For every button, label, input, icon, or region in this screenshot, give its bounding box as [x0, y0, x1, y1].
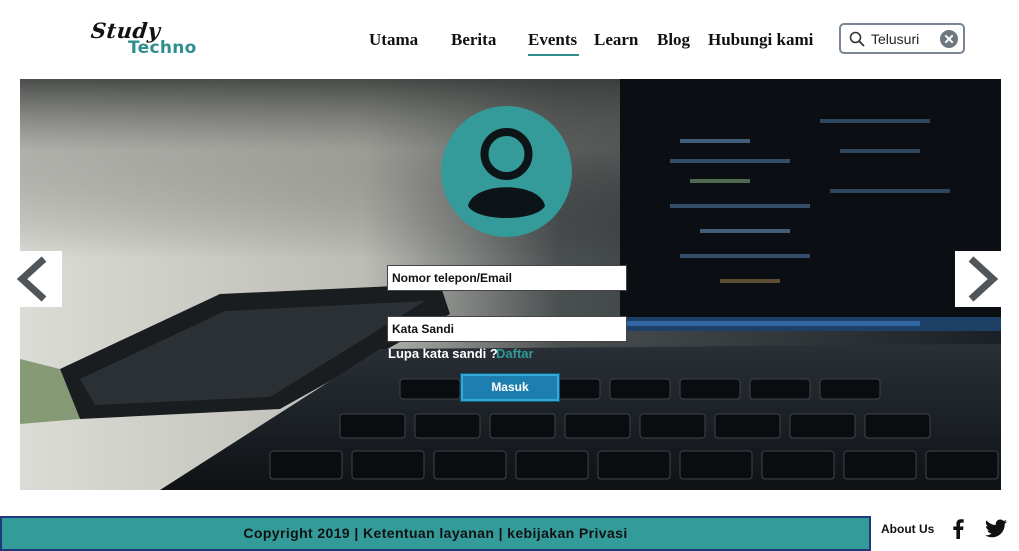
carousel-next-button[interactable]: [955, 251, 1003, 307]
twitter-icon[interactable]: [985, 519, 1007, 538]
chevron-right-icon: [968, 256, 999, 302]
search-box[interactable]: Telusuri: [839, 23, 965, 54]
nav-item-hubungi-kami[interactable]: Hubungi kami: [708, 30, 813, 50]
close-circle-icon[interactable]: [939, 29, 959, 49]
register-link[interactable]: Daftar: [496, 346, 534, 361]
brand-logo-line2: Techno: [128, 38, 197, 58]
nav-item-blog[interactable]: Blog: [657, 30, 690, 50]
login-button[interactable]: Masuk: [461, 374, 559, 401]
chevron-left-icon: [16, 256, 47, 302]
brand-logo[interactable]: Study Techno: [88, 18, 197, 64]
email-field[interactable]: Nomor telepon/Email: [387, 265, 627, 291]
nav-item-events[interactable]: Events: [528, 30, 580, 56]
footer-copyright-bar: Copyright 2019 | Ketentuan layanan | keb…: [0, 516, 871, 551]
carousel-prev-button[interactable]: [14, 251, 62, 307]
user-avatar-icon: [441, 106, 572, 237]
nav-item-berita[interactable]: Berita: [451, 30, 496, 50]
facebook-icon[interactable]: [952, 519, 964, 539]
about-us-link[interactable]: About Us: [881, 522, 934, 536]
password-field[interactable]: Kata Sandi: [387, 316, 627, 342]
nav-item-learn[interactable]: Learn: [594, 30, 638, 50]
search-icon: [849, 31, 865, 47]
nav-item-utama[interactable]: Utama: [369, 30, 418, 50]
forgot-password-link[interactable]: Lupa kata sandi ?: [388, 346, 498, 361]
footer-copyright-text: Copyright 2019 | Ketentuan layanan | keb…: [243, 525, 628, 541]
search-input[interactable]: Telusuri: [871, 31, 919, 47]
